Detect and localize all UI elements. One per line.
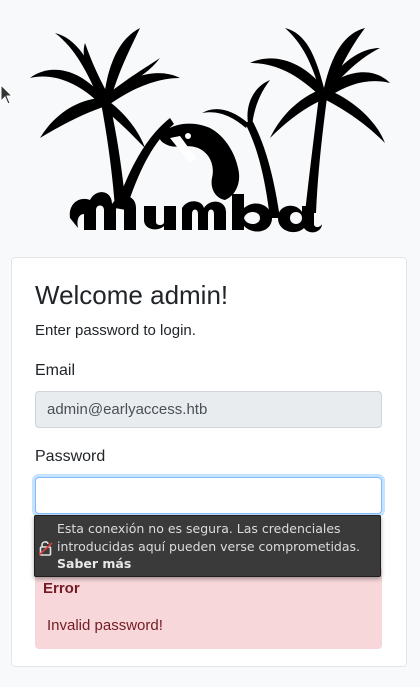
alert-message: Invalid password!	[47, 617, 163, 634]
email-field[interactable]: admin@earlyaccess.htb	[35, 391, 382, 428]
error-alert: Error Invalid password!	[35, 569, 382, 649]
learn-more-link[interactable]: Saber más	[57, 556, 131, 571]
palm-trees-snake-logo-icon	[30, 28, 390, 233]
email-label: Email	[35, 362, 76, 379]
login-card: Welcome admin! Enter password to login. …	[11, 257, 407, 667]
password-field[interactable]	[35, 477, 382, 514]
insecure-login-warning-tooltip: Esta conexión no es segura. Las credenci…	[34, 515, 381, 577]
password-label: Password	[35, 448, 106, 465]
alert-title: Error	[43, 580, 80, 597]
warning-message: Esta conexión no es segura. Las credenci…	[57, 521, 360, 554]
site-logo	[20, 18, 400, 240]
mouse-cursor-icon	[0, 83, 14, 106]
broken-lock-icon	[38, 540, 53, 556]
login-instructions: Enter password to login.	[35, 322, 196, 339]
page-title: Welcome admin!	[35, 280, 229, 310]
